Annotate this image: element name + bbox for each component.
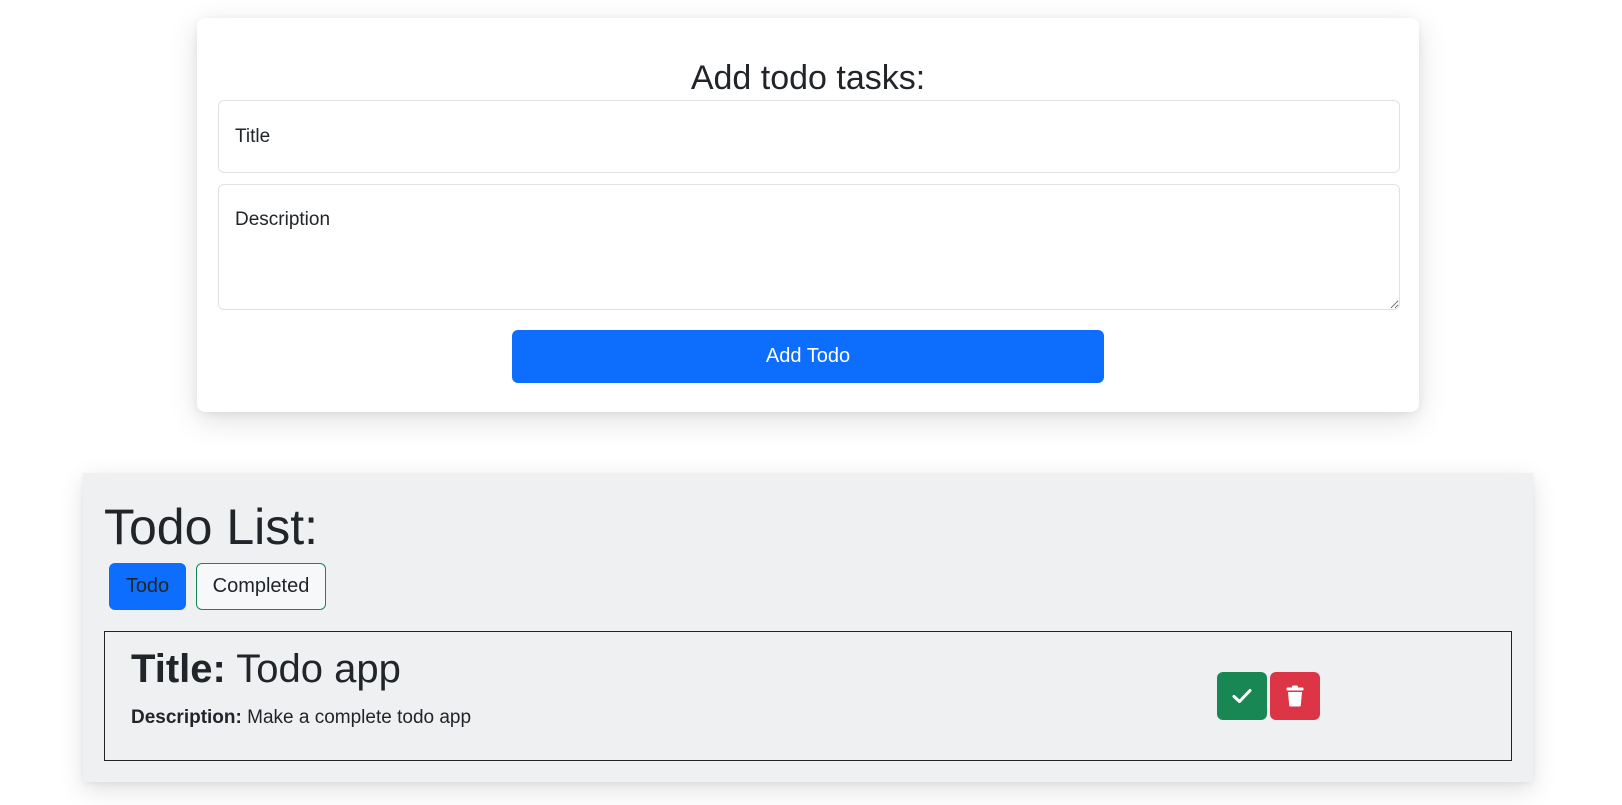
description-textarea[interactable] xyxy=(218,184,1400,310)
mark-complete-button[interactable] xyxy=(1217,672,1267,720)
todo-item-description-label: Description: xyxy=(131,707,242,728)
trash-icon xyxy=(1286,685,1304,707)
delete-button[interactable] xyxy=(1270,672,1320,720)
tab-completed[interactable]: Completed xyxy=(196,563,326,610)
add-todo-heading: Add todo tasks: xyxy=(690,59,926,97)
check-icon xyxy=(1232,688,1252,704)
todo-list-panel: Todo List: Todo Completed Title: Todo ap… xyxy=(83,473,1533,782)
todo-item-title-value: Todo app xyxy=(236,647,401,691)
add-todo-card: Add todo tasks: Add Todo xyxy=(197,18,1419,412)
tab-todo[interactable]: Todo xyxy=(109,563,186,610)
todo-item-title: Title: Todo app xyxy=(131,644,401,694)
add-todo-button[interactable]: Add Todo xyxy=(512,330,1104,383)
todo-list-heading: Todo List: xyxy=(104,499,319,555)
todo-item: Title: Todo app Description: Make a comp… xyxy=(104,631,1512,761)
todo-item-description: Description: Make a complete todo app xyxy=(131,704,471,732)
todo-item-title-label: Title: xyxy=(131,647,226,691)
todo-item-description-value: Make a complete todo app xyxy=(247,707,472,728)
title-input[interactable] xyxy=(218,100,1400,173)
